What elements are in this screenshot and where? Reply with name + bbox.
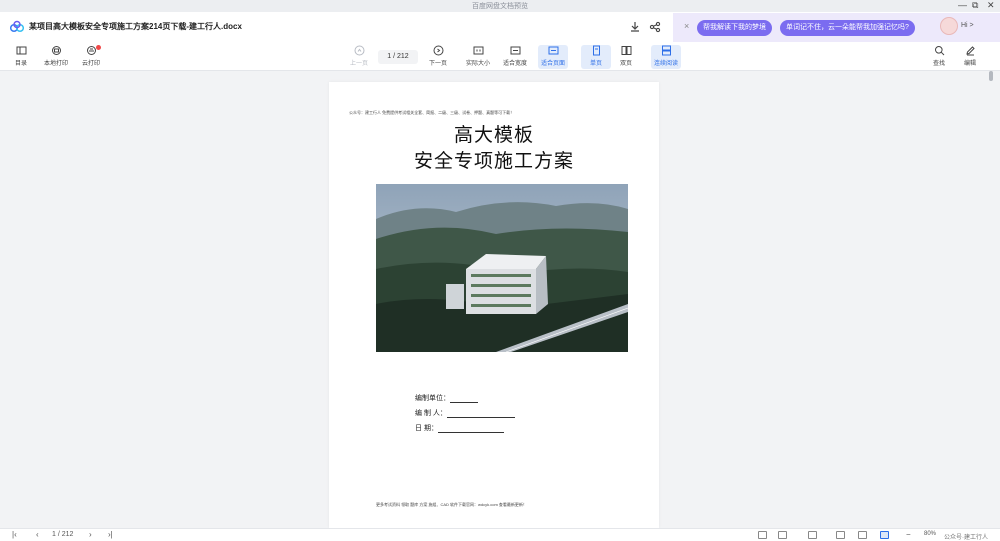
printer-icon (51, 46, 61, 55)
form-row-unit: 编制单位： (415, 393, 478, 403)
single-page-view-icon[interactable] (758, 531, 767, 539)
outline-button[interactable]: 目录 (6, 45, 36, 69)
document-title: 某项目高大模板安全专项施工方案214页下载-建工行人.docx (29, 22, 242, 31)
edit-label: 编辑 (963, 61, 976, 67)
actual-size-button[interactable]: 实际大小 (463, 45, 493, 69)
chevron-down-icon (433, 45, 443, 56)
search-icon (934, 46, 944, 56)
fit-width-label: 适合宽度 (502, 61, 527, 67)
next-page-icon[interactable]: › (89, 530, 92, 539)
unit-label: 编制单位： (415, 395, 450, 402)
next-page-button[interactable]: 下一页 (423, 45, 453, 69)
assistant-suggestion-chip[interactable]: 帮我解读下我的梦境 (697, 20, 772, 36)
minimize-icon[interactable]: — (958, 0, 967, 10)
close-window-icon[interactable]: ✕ (987, 0, 995, 11)
zoom-out-icon[interactable]: − (906, 530, 911, 539)
page-footer-note: 更多考试资料 领取 题库 方案 施组、CAD 软件下载官网：wdcyk.com … (376, 502, 527, 507)
zoom-level: 80% (924, 531, 937, 537)
author-field-line (446, 410, 515, 418)
pencil-icon (965, 46, 975, 56)
single-page-label: 单页 (589, 61, 602, 67)
baidu-netdisk-logo (10, 20, 24, 33)
scrollbar-thumb[interactable] (989, 71, 993, 81)
window-titlebar: 百度网盘文档预览 — ⧉ ✕ (0, 0, 1000, 12)
date-field-line (437, 425, 504, 433)
single-page-button[interactable]: 单页 (581, 45, 611, 69)
chevron-up-icon (354, 45, 364, 56)
assistant-suggestion-chip[interactable]: 单词记不住，云一朵能帮我加强记忆吗? (780, 20, 915, 36)
actual-size-icon (473, 46, 483, 55)
double-page-button[interactable]: 双页 (611, 45, 641, 69)
first-page-icon[interactable]: |‹ (12, 530, 17, 539)
assistant-close-icon[interactable]: × (684, 21, 689, 31)
outline-label: 目录 (14, 61, 27, 67)
double-page-view-icon[interactable] (778, 531, 787, 539)
actual-size-view-icon[interactable] (836, 531, 845, 539)
restore-icon[interactable]: ⧉ (972, 0, 978, 11)
single-page-icon (592, 45, 600, 56)
double-page-label: 双页 (619, 61, 632, 67)
document-page: 公众号：建工行人 免费提供考试相关全套、简报、二级、三级、试卷、押题、真题等可下… (329, 82, 659, 528)
fit-page-label: 适合页面 (540, 61, 565, 67)
edit-button[interactable]: 编辑 (955, 45, 985, 69)
assistant-greeting[interactable]: Hi > (961, 22, 974, 29)
fit-width-view-icon[interactable] (858, 531, 867, 539)
assistant-avatar[interactable] (940, 17, 958, 35)
author-label: 编 制 人： (415, 410, 447, 417)
unit-field-line (450, 395, 478, 403)
local-print-label: 本地打印 (43, 61, 68, 67)
fit-page-icon (548, 46, 558, 55)
continuous-view-icon[interactable] (808, 531, 817, 539)
outline-icon (16, 46, 26, 55)
doc-title-line2: 安全专项施工方案 (413, 150, 574, 172)
notification-dot (96, 45, 101, 50)
cloud-print-button[interactable]: 云打印 (76, 45, 106, 69)
next-page-label: 下一页 (428, 61, 447, 67)
watermark-text: 公众号·建工行人 (944, 535, 988, 541)
continuous-reading-button[interactable]: 连续阅读 (651, 45, 681, 69)
share-icon[interactable] (648, 20, 662, 34)
page-number-input[interactable]: 1 / 212 (378, 50, 418, 64)
fit-width-icon (510, 46, 520, 55)
viewer-toolbar: 目录 本地打印 云打印 上一页 1 / 212 下一页 实际大小 适合宽度 适合… (0, 42, 1000, 71)
page-top-note: 公众号：建工行人 免费提供考试相关全套、简报、二级、三级、试卷、押题、真题等可下… (349, 110, 515, 115)
prev-page-label: 上一页 (349, 61, 368, 67)
find-button[interactable]: 查找 (924, 45, 954, 69)
actual-size-label: 实际大小 (465, 61, 490, 67)
status-page-indicator[interactable]: 1 / 212 (52, 531, 73, 538)
doc-title-line1: 高大模板 (453, 124, 534, 146)
fit-page-button[interactable]: 适合页面 (538, 45, 568, 69)
app-title: 百度网盘文档预览 (472, 3, 528, 10)
prev-page-button[interactable]: 上一页 (344, 45, 374, 69)
cloud-print-label: 云打印 (81, 61, 100, 67)
continuous-scroll-icon (661, 45, 671, 56)
double-page-icon (621, 46, 631, 55)
last-page-icon[interactable]: ›| (108, 530, 113, 539)
cover-rendering-image (376, 184, 628, 352)
find-label: 查找 (932, 61, 945, 67)
form-row-author: 编 制 人： (415, 408, 515, 418)
form-row-date: 日 期： (415, 423, 504, 433)
continuous-reading-label: 连续阅读 (653, 61, 678, 67)
cloud-printer-icon (86, 46, 96, 55)
fit-width-button[interactable]: 适合宽度 (500, 45, 530, 69)
download-icon[interactable] (628, 20, 642, 34)
status-bar: |‹ ‹ 1 / 212 › ›| − 80% (0, 528, 1000, 541)
local-print-button[interactable]: 本地打印 (41, 45, 71, 69)
prev-page-icon[interactable]: ‹ (36, 530, 39, 539)
fit-page-view-icon[interactable] (880, 531, 889, 539)
vertical-scrollbar[interactable] (988, 71, 993, 528)
date-label: 日 期： (415, 425, 438, 432)
